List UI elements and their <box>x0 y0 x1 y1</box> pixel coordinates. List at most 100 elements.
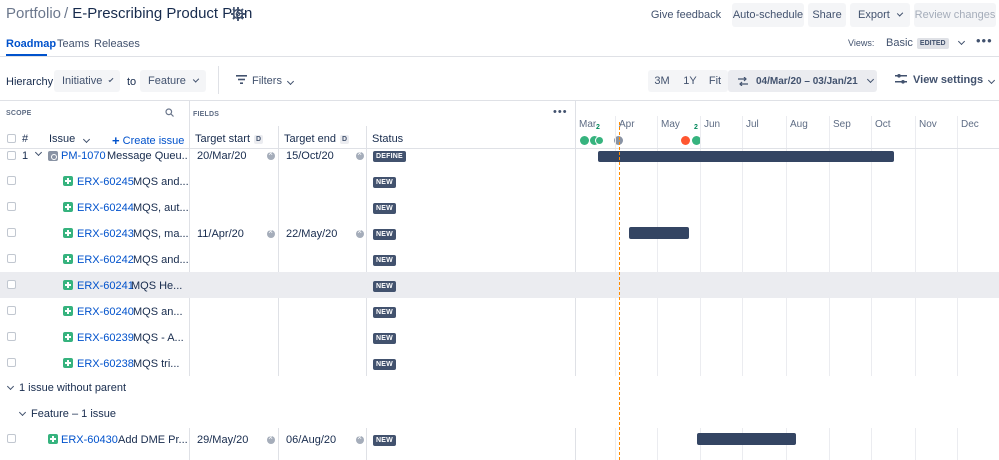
more-options-icon[interactable]: ••• <box>976 33 993 48</box>
table-row[interactable]: 1 PM-1070 Message Queu... 20/Mar/20 15/O… <box>0 145 999 165</box>
select-all-checkbox[interactable] <box>7 134 16 143</box>
status-badge[interactable]: NEW <box>373 203 396 214</box>
issue-key[interactable]: ERX-60430 <box>61 434 118 446</box>
tab-releases[interactable]: Releases <box>94 38 140 50</box>
view-select[interactable]: Basic EDITED <box>880 31 970 55</box>
row-checkbox[interactable] <box>7 151 16 160</box>
status-badge[interactable]: NEW <box>373 359 396 370</box>
status-badge[interactable]: NEW <box>373 177 396 188</box>
target-start-column-header[interactable]: Target start D <box>195 133 264 145</box>
target-end-value[interactable]: 22/May/20 <box>286 228 337 240</box>
give-feedback-button[interactable]: Give feedback <box>640 3 726 27</box>
hierarchy-to-select[interactable]: Feature <box>140 70 206 92</box>
status-badge[interactable]: NEW <box>373 333 396 344</box>
row-checkbox[interactable] <box>7 280 16 289</box>
table-row[interactable]: ERX-60430 Add DME Pr... 29/May/20 06/Aug… <box>0 428 999 454</box>
row-checkbox[interactable] <box>7 306 16 315</box>
issue-key[interactable]: ERX-60245 <box>77 176 134 188</box>
release-marker-done[interactable] <box>580 136 589 145</box>
table-row[interactable]: ERX-60241 MQS He... NEW <box>0 272 999 298</box>
issue-summary[interactable]: MQS and... <box>133 254 188 266</box>
issue-summary[interactable]: MQS and... <box>133 176 188 188</box>
target-end-value[interactable]: 15/Oct/20 <box>286 150 334 162</box>
view-settings-button[interactable]: View settings <box>895 74 996 86</box>
timeline-bar[interactable] <box>598 151 894 162</box>
tab-roadmap[interactable]: Roadmap <box>6 38 56 50</box>
row-checkbox[interactable] <box>7 254 16 263</box>
issue-summary[interactable]: MQS - A... <box>133 332 188 344</box>
clear-date-icon[interactable] <box>267 149 275 160</box>
collapse-chevron-icon[interactable] <box>6 382 15 391</box>
issue-key[interactable]: ERX-60244 <box>77 202 134 214</box>
table-row[interactable]: ERX-60242 MQS and... NEW <box>0 246 999 272</box>
issue-summary[interactable]: MQS an... <box>133 306 188 318</box>
zoom-fit-button[interactable]: Fit <box>704 70 726 92</box>
row-checkbox[interactable] <box>7 434 16 443</box>
status-badge[interactable]: NEW <box>373 229 396 240</box>
table-row[interactable]: ERX-60245 MQS and... NEW <box>0 168 999 194</box>
table-row[interactable]: ERX-60240 MQS an... NEW <box>0 298 999 324</box>
hierarchy-from-select[interactable]: Initiative <box>54 70 120 92</box>
issue-key[interactable]: ERX-60240 <box>77 306 134 318</box>
target-end-column-header[interactable]: Target end D <box>284 133 350 145</box>
issue-key[interactable]: PM-1070 <box>61 150 106 162</box>
issue-summary[interactable]: MQS, aut... <box>133 202 188 214</box>
target-end-value[interactable]: 06/Aug/20 <box>286 434 336 446</box>
breadcrumb-portfolio[interactable]: Portfolio <box>6 5 61 22</box>
filters-button[interactable]: Filters <box>236 75 294 87</box>
fields-more-icon[interactable]: ••• <box>553 106 568 118</box>
row-checkbox[interactable] <box>7 228 16 237</box>
export-button[interactable]: Export <box>850 3 910 27</box>
issue-key[interactable]: ERX-60243 <box>77 228 134 240</box>
timeline-bar[interactable] <box>697 433 796 445</box>
issue-key[interactable]: ERX-60241 <box>77 280 134 292</box>
issue-key[interactable]: ERX-60239 <box>77 332 134 344</box>
zoom-3m-button[interactable]: 3M <box>650 70 674 92</box>
status-badge[interactable]: NEW <box>373 255 396 266</box>
status-badge[interactable]: NEW <box>373 281 396 292</box>
group-row-feature[interactable]: Feature – 1 issue <box>0 402 999 428</box>
issue-summary[interactable]: MQS He... <box>131 280 188 292</box>
table-row[interactable]: ERX-60243 MQS, ma... 11/Apr/20 22/May/20… <box>0 220 999 246</box>
status-badge[interactable]: DEFINE <box>373 151 406 162</box>
issue-summary[interactable]: MQS, ma... <box>133 228 188 240</box>
zoom-1y-button[interactable]: 1Y <box>678 70 702 92</box>
release-marker-overdue[interactable] <box>681 136 690 145</box>
clear-date-icon[interactable] <box>267 227 275 238</box>
share-button[interactable]: Share <box>808 3 846 27</box>
date-range-select[interactable]: 04/Mar/20 – 03/Jan/21 <box>728 70 877 92</box>
row-checkbox[interactable] <box>7 332 16 341</box>
row-checkbox[interactable] <box>7 358 16 367</box>
search-icon[interactable] <box>165 108 174 117</box>
chevron-down-icon <box>988 76 996 85</box>
target-start-value[interactable]: 20/Mar/20 <box>197 150 247 162</box>
issue-key[interactable]: ERX-60238 <box>77 358 134 370</box>
status-badge[interactable]: NEW <box>373 435 396 446</box>
issue-column-header[interactable]: Issue <box>49 133 91 145</box>
timeline-bar[interactable] <box>629 227 689 239</box>
clear-date-icon[interactable] <box>356 149 364 160</box>
auto-schedule-button[interactable]: Auto-schedule <box>732 3 804 27</box>
collapse-chevron-icon[interactable] <box>34 148 47 160</box>
row-checkbox[interactable] <box>7 202 16 211</box>
status-badge[interactable]: NEW <box>373 307 396 318</box>
group-row-no-parent[interactable]: 1 issue without parent <box>0 376 999 402</box>
release-marker-done[interactable] <box>595 136 604 145</box>
row-checkbox[interactable] <box>7 176 16 185</box>
clear-date-icon[interactable] <box>356 227 364 238</box>
issue-summary[interactable]: MQS tri... <box>133 358 188 370</box>
table-row[interactable]: ERX-60239 MQS - A... NEW <box>0 324 999 350</box>
issue-summary[interactable]: Add DME Pr... <box>118 434 188 446</box>
target-start-value[interactable]: 11/Apr/20 <box>197 228 244 240</box>
target-start-value[interactable]: 29/May/20 <box>197 434 248 446</box>
table-row[interactable]: ERX-60238 MQS tri... NEW <box>0 350 999 376</box>
collapse-chevron-icon[interactable] <box>18 408 27 417</box>
issue-key[interactable]: ERX-60242 <box>77 254 134 266</box>
table-row[interactable]: ERX-60244 MQS, aut... NEW <box>0 194 999 220</box>
gear-icon[interactable] <box>231 7 245 21</box>
issue-summary[interactable]: Message Queu... <box>107 150 187 162</box>
clear-date-icon[interactable] <box>267 433 275 444</box>
clear-date-icon[interactable] <box>356 433 364 444</box>
review-changes-button[interactable]: Review changes <box>914 3 996 27</box>
tab-teams[interactable]: Teams <box>57 38 89 50</box>
